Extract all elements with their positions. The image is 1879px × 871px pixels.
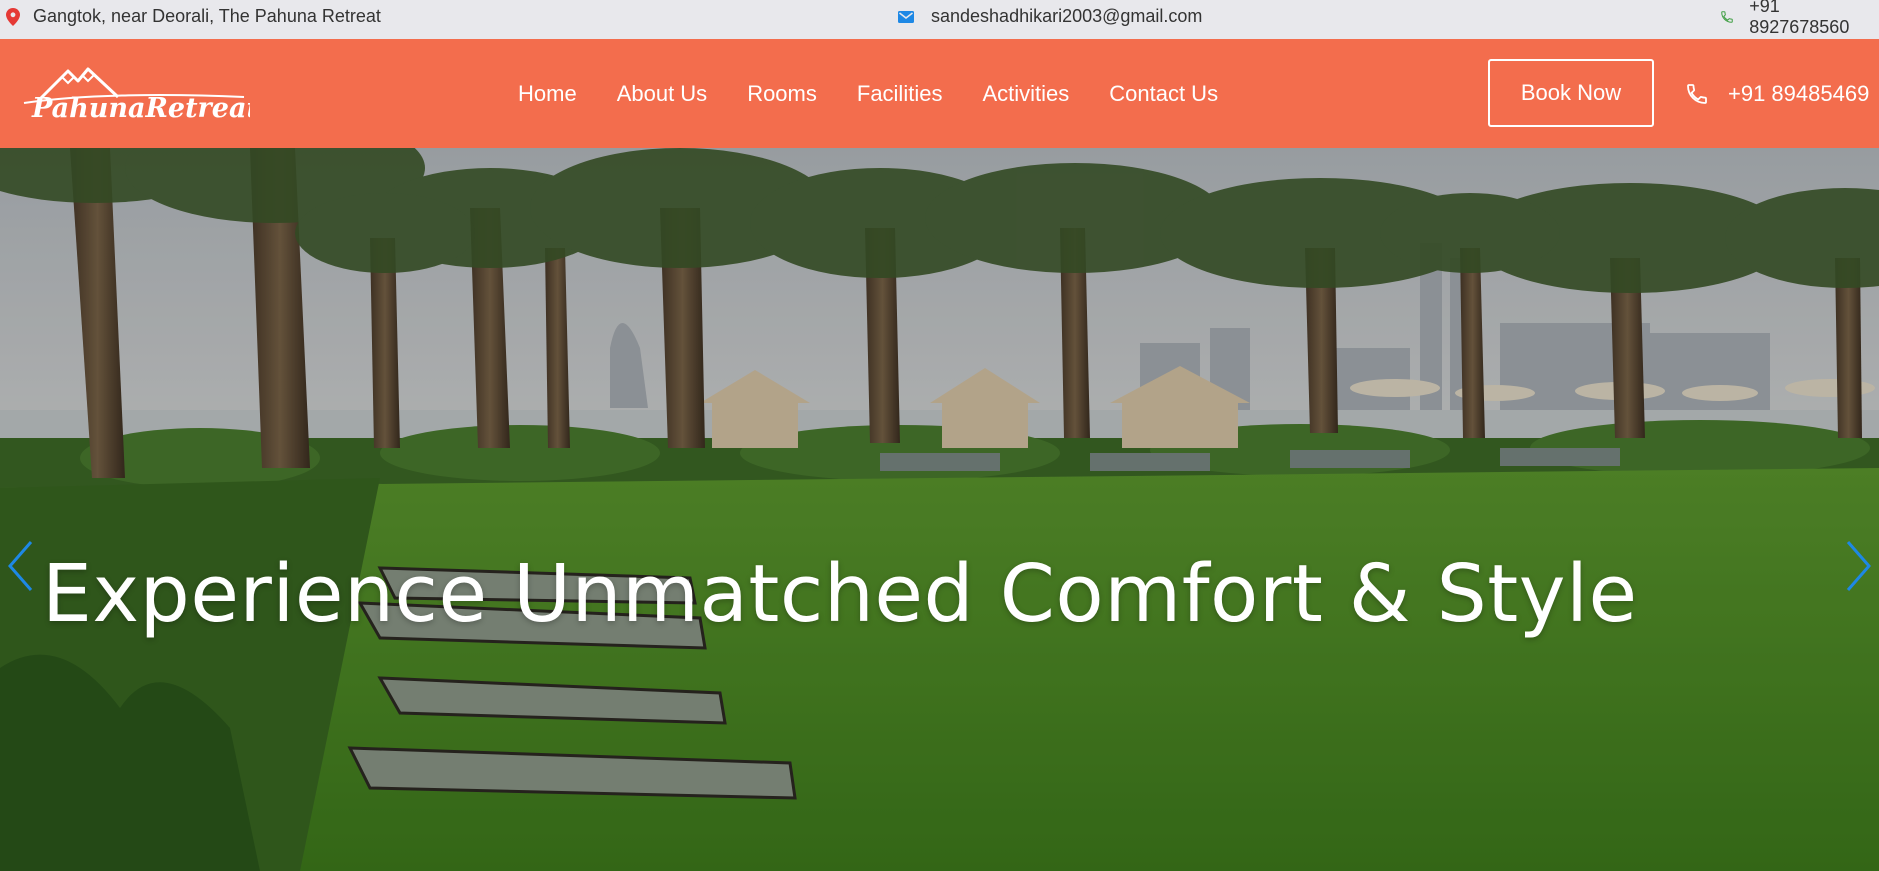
chevron-left-icon <box>7 540 33 597</box>
nav-phone[interactable]: +91 89485469 <box>1684 39 1869 148</box>
hero-overlay <box>0 148 1879 871</box>
slider-prev-button[interactable] <box>0 528 40 608</box>
hero-title: Experience Unmatched Comfort & Style <box>42 548 1638 640</box>
main-menu: Home About Us Rooms Facilities Activitie… <box>518 39 1258 148</box>
phone-text[interactable]: +91 8927678560 <box>1749 0 1879 38</box>
envelope-icon <box>897 8 915 26</box>
nav-about-us[interactable]: About Us <box>617 81 708 107</box>
phone-info[interactable]: +91 8927678560 <box>1718 0 1879 37</box>
location-info: Gangtok, near Deorali, The Pahuna Retrea… <box>4 0 381 33</box>
svg-text:PahunaRetreat: PahunaRetreat <box>31 93 250 121</box>
nav-activities[interactable]: Activities <box>982 81 1069 107</box>
phone-icon <box>1718 8 1735 26</box>
slider-next-button[interactable] <box>1839 528 1879 608</box>
nav-contact-us[interactable]: Contact Us <box>1109 81 1218 107</box>
email-info[interactable]: sandeshadhikari2003@gmail.com <box>897 0 1202 33</box>
nav-rooms[interactable]: Rooms <box>747 81 817 107</box>
brand-logo[interactable]: PahunaRetreat <box>18 63 250 121</box>
main-navbar: PahunaRetreat Home About Us Rooms Facili… <box>0 39 1879 148</box>
nav-phone-text[interactable]: +91 89485469 <box>1728 81 1869 107</box>
nav-facilities[interactable]: Facilities <box>857 81 943 107</box>
book-now-button[interactable]: Book Now <box>1488 59 1654 127</box>
phone-icon <box>1684 81 1710 107</box>
email-text[interactable]: sandeshadhikari2003@gmail.com <box>931 6 1202 27</box>
chevron-right-icon <box>1846 540 1872 597</box>
top-info-bar: Gangtok, near Deorali, The Pahuna Retrea… <box>0 0 1879 39</box>
location-text: Gangtok, near Deorali, The Pahuna Retrea… <box>33 6 381 26</box>
nav-home[interactable]: Home <box>518 81 577 107</box>
map-pin-icon <box>4 7 22 26</box>
hero-slider: Experience Unmatched Comfort & Style <box>0 148 1879 871</box>
